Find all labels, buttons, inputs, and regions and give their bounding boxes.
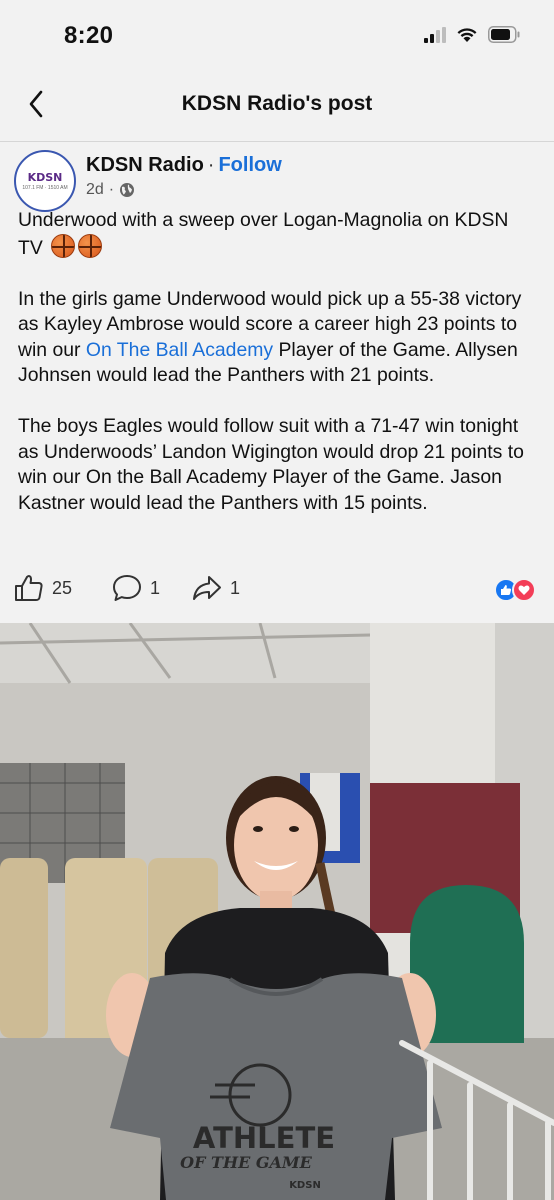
avatar-logo: KDSN bbox=[27, 171, 63, 184]
share-count: 1 bbox=[230, 577, 241, 598]
status-icons bbox=[424, 26, 520, 43]
like-button[interactable]: 25 bbox=[14, 574, 72, 602]
status-bar: 8:20 bbox=[0, 0, 554, 68]
comment-count: 1 bbox=[150, 577, 161, 598]
page-title: KDSN Radio's post bbox=[181, 92, 373, 115]
header-divider bbox=[0, 141, 554, 142]
author-separator: · bbox=[207, 154, 215, 176]
post-photo[interactable]: ATHLETE OF THE GAME KDSN bbox=[0, 623, 554, 1200]
love-reaction-icon bbox=[512, 578, 536, 602]
post-header: KDSN 107.1 FM · 1510 AM KDSN Radio · Follo… bbox=[12, 148, 542, 212]
post-age[interactable]: 2d bbox=[86, 181, 104, 199]
status-time: 8:20 bbox=[64, 22, 114, 49]
avatar[interactable]: KDSN 107.1 FM · 1510 AM bbox=[14, 150, 76, 212]
shirt-text-of-the-game: OF THE GAME bbox=[180, 1153, 312, 1172]
shirt-text-brand: KDSN bbox=[289, 1180, 321, 1191]
post-actions: 25 1 1 bbox=[14, 574, 544, 608]
comment-button[interactable]: 1 bbox=[112, 574, 160, 602]
avatar-subtext: 107.1 FM · 1510 AM bbox=[22, 185, 68, 191]
academy-link[interactable]: On The Ball Academy bbox=[86, 339, 273, 361]
photo-illustration: ATHLETE OF THE GAME KDSN bbox=[0, 623, 554, 1200]
comment-icon bbox=[113, 575, 141, 601]
post-body: Underwood with a sweep over Logan-Magnol… bbox=[18, 208, 538, 516]
like-count: 25 bbox=[52, 577, 73, 598]
author-line: KDSN Radio · Follow bbox=[86, 154, 282, 177]
share-button[interactable]: 1 bbox=[192, 574, 240, 602]
post-paragraph-boys: The boys Eagles would follow suit with a… bbox=[18, 415, 524, 514]
post-paragraph-girls: In the girls game Underwood would pick u… bbox=[18, 287, 538, 389]
basketball-icon bbox=[51, 233, 76, 258]
signal-icon bbox=[424, 26, 446, 43]
follow-button[interactable]: Follow bbox=[218, 154, 281, 176]
wifi-icon bbox=[457, 28, 477, 42]
battery-icon bbox=[488, 26, 520, 43]
meta-separator: · bbox=[108, 181, 115, 198]
post-paragraph-intro: Underwood with a sweep over Logan-Magnol… bbox=[18, 208, 538, 261]
globe-icon bbox=[120, 183, 135, 197]
shirt-text-athlete: ATHLETE bbox=[193, 1121, 335, 1155]
nav-bar: KDSN Radio's post bbox=[0, 68, 554, 142]
post-meta: 2d · bbox=[86, 181, 135, 199]
author-name[interactable]: KDSN Radio bbox=[86, 154, 204, 176]
basketball-icon bbox=[78, 233, 103, 258]
reaction-summary[interactable] bbox=[494, 578, 536, 602]
share-icon bbox=[193, 576, 221, 600]
thumbs-up-icon bbox=[15, 575, 43, 601]
